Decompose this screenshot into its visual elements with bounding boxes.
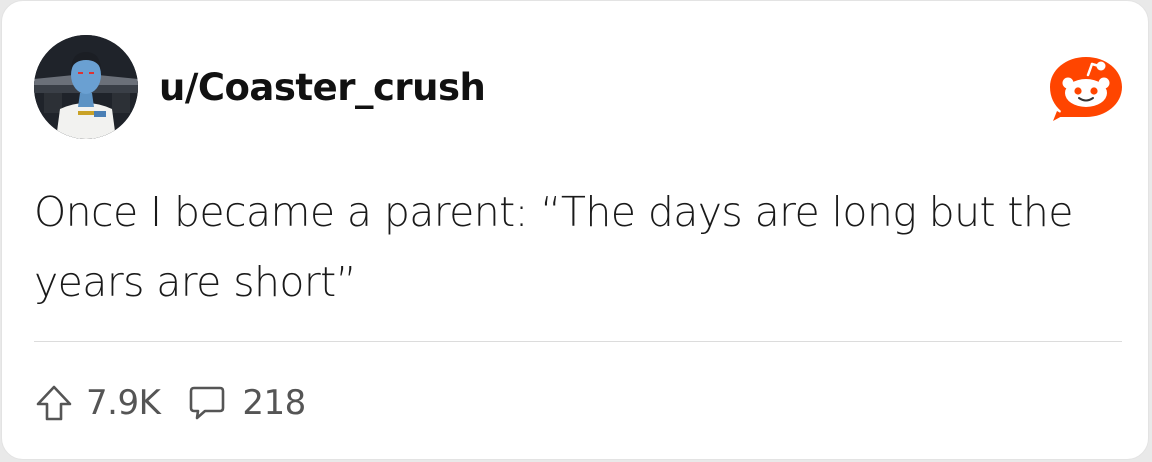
upvote-button[interactable]: 7.9K <box>34 383 161 423</box>
post-stats: 7.9K 218 <box>34 377 306 429</box>
post-body-text: Once I became a parent: “The days are lo… <box>34 188 1073 306</box>
user-avatar-image <box>34 35 138 139</box>
post-card: u/Coaster_crush Once I became a parent: … <box>1 0 1149 460</box>
comment-count: 218 <box>242 383 306 423</box>
upvote-count: 7.9K <box>86 383 161 423</box>
username-link[interactable]: u/Coaster_crush <box>159 65 486 111</box>
upvote-arrow-icon[interactable] <box>34 383 74 423</box>
comment-bubble-icon[interactable] <box>188 383 226 423</box>
reddit-logo-icon <box>1048 53 1124 125</box>
comments-button[interactable]: 218 <box>188 383 306 423</box>
divider <box>34 341 1122 342</box>
avatar[interactable] <box>34 35 138 139</box>
